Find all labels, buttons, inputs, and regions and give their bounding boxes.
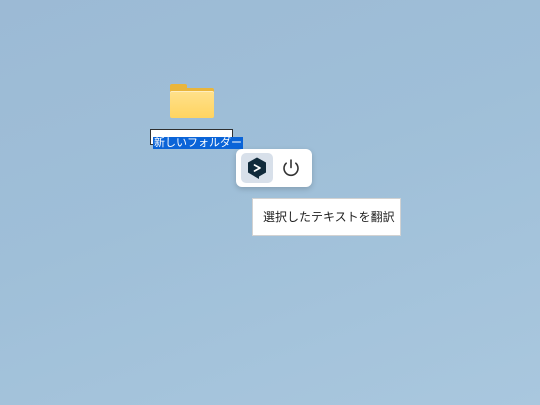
translator-popup-toolbar: [236, 149, 312, 187]
folder-icon[interactable]: [170, 82, 214, 118]
desktop[interactable]: 新しいフォルダー 選択したテキストを翻訳: [0, 0, 540, 405]
folder-name-selected-text: 新しいフォルダー: [153, 136, 243, 149]
deepl-icon: [248, 157, 266, 179]
translate-tooltip: 選択したテキストを翻訳: [252, 198, 401, 236]
power-icon: [283, 159, 299, 177]
folder-rename-input[interactable]: 新しいフォルダー: [150, 129, 243, 149]
power-button[interactable]: [275, 153, 307, 183]
translate-button[interactable]: [241, 153, 273, 183]
